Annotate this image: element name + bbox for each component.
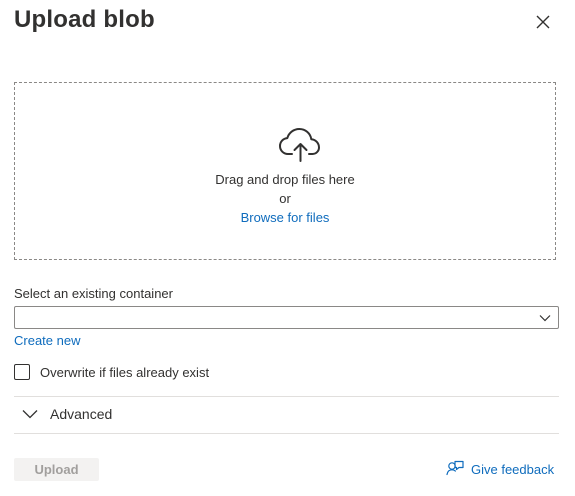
overwrite-checkbox-label[interactable]: Overwrite if files already exist <box>40 365 209 380</box>
advanced-toggle[interactable]: Advanced <box>22 404 112 424</box>
browse-files-link[interactable]: Browse for files <box>241 210 330 225</box>
close-button[interactable] <box>532 11 554 33</box>
container-select[interactable] <box>14 306 559 329</box>
upload-button[interactable]: Upload <box>14 458 99 481</box>
upload-blob-panel: Upload blob Drag and drop files here or … <box>0 0 575 496</box>
overwrite-option: Overwrite if files already exist <box>14 363 209 381</box>
give-feedback-link[interactable]: Give feedback <box>446 460 554 478</box>
container-select-label: Select an existing container <box>14 286 173 301</box>
advanced-label: Advanced <box>50 406 113 422</box>
cloud-upload-icon <box>279 128 320 162</box>
give-feedback-label: Give feedback <box>471 461 555 477</box>
chevron-down-icon <box>22 410 38 419</box>
divider <box>14 433 559 434</box>
create-new-link[interactable]: Create new <box>14 333 80 348</box>
panel-title: Upload blob <box>14 6 155 33</box>
dropzone-or: or <box>279 191 291 206</box>
chevron-down-icon <box>539 315 551 322</box>
dropzone-instruction: Drag and drop files here <box>215 172 355 187</box>
divider <box>14 396 559 397</box>
feedback-icon <box>446 460 464 476</box>
dropzone-browse-row: Browse for files <box>15 210 555 225</box>
file-dropzone[interactable]: Drag and drop files here or Browse for f… <box>14 82 556 260</box>
overwrite-checkbox[interactable] <box>14 364 30 380</box>
close-icon <box>536 15 550 29</box>
